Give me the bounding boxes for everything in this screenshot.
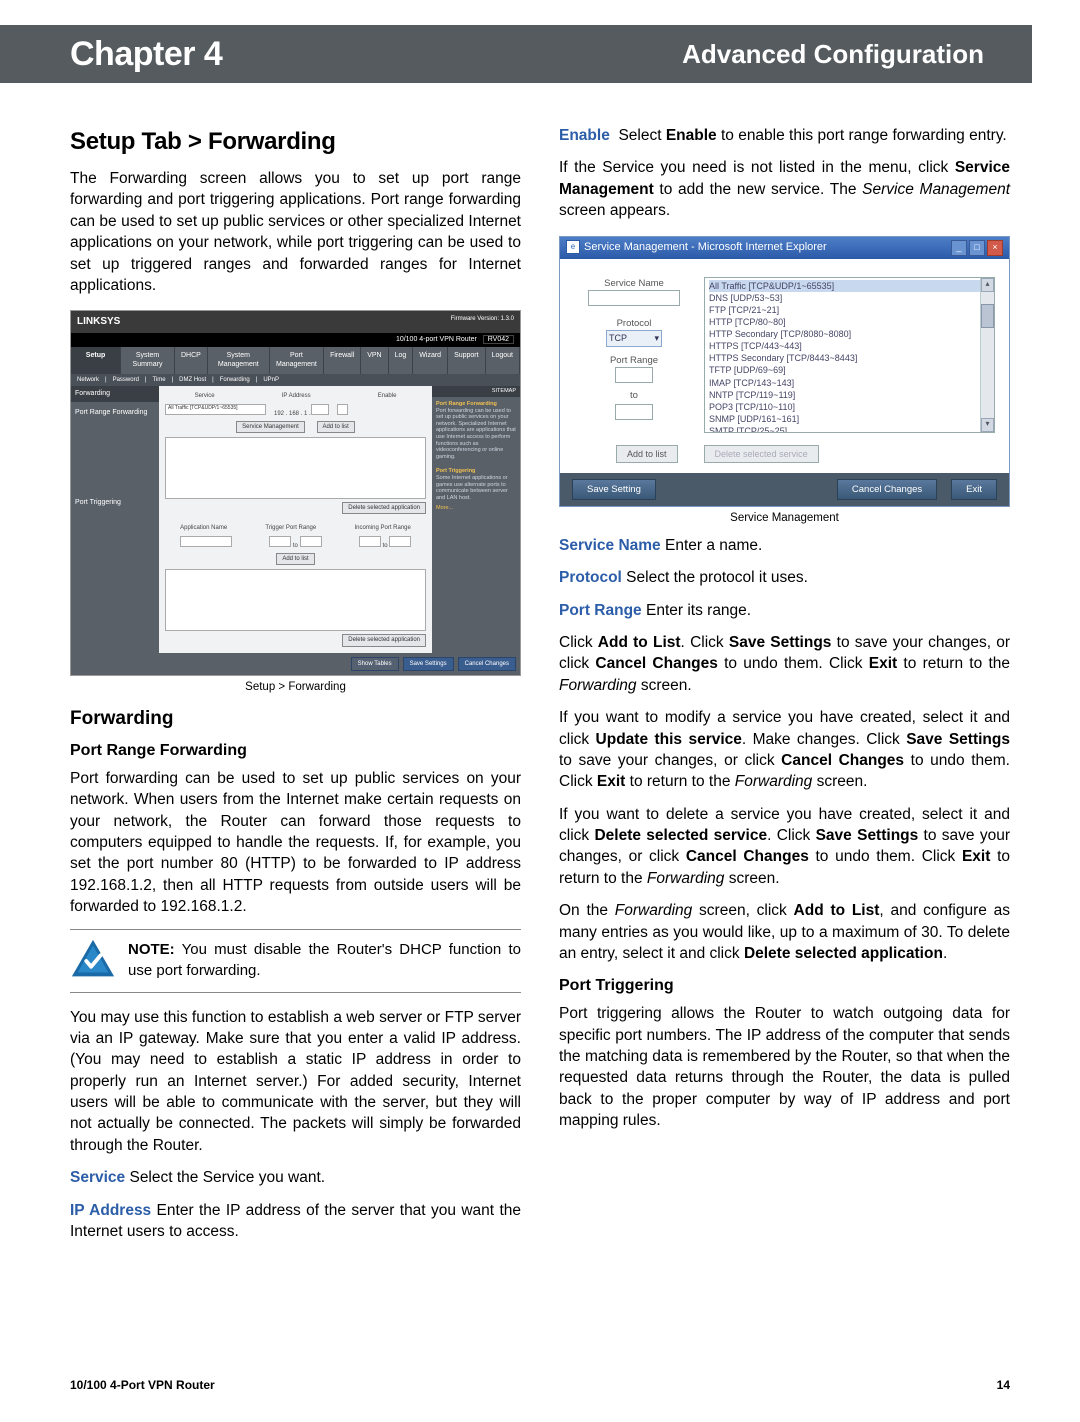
screenshot-setup-forwarding: LINKSYS Firmware Version: 1.3.0 10/100 4… [70,310,521,675]
service-select[interactable]: All Traffic [TCP&UDP/1~65535] [165,404,266,415]
model-label: 10/100 4-port VPN Router [396,336,477,343]
add-trigger-button[interactable]: Add to list [276,553,314,565]
left-column: Setup Tab > Forwarding The Forwarding sc… [70,125,521,1253]
list-item[interactable]: HTTPS [TCP/443~443] [709,340,990,352]
intro-paragraph: The Forwarding screen allows you to set … [70,168,521,296]
service-listbox[interactable]: All Traffic [TCP&UDP/1~65535] DNS [UDP/5… [704,277,995,433]
figure-service-management: eService Management - Microsoft Internet… [559,236,1010,527]
list-item[interactable]: SMTP [TCP/25~25] [709,425,990,432]
cancel-changes-button[interactable]: Cancel Changes [837,479,937,500]
page-footer: 10/100 4-Port VPN Router 14 [70,1378,1010,1392]
scroll-thumb[interactable] [981,304,994,328]
service-name-desc: Service Name Enter a name. [559,535,1010,556]
list-item[interactable]: FTP [TCP/21~21] [709,304,990,316]
note-icon [70,938,116,984]
close-icon[interactable]: × [987,240,1003,256]
minimize-icon[interactable]: _ [951,240,967,256]
list-item[interactable]: NNTP [TCP/119~119] [709,389,990,401]
chevron-down-icon: ▾ [654,332,659,344]
scroll-down-icon[interactable]: ▾ [981,418,994,432]
port-from-input[interactable] [615,367,653,383]
note-label: NOTE: [128,941,175,958]
to-label: to [574,389,694,402]
page-header: Chapter 4 Advanced Configuration [0,25,1032,83]
protocol-label: Protocol [574,317,694,330]
protocol-select[interactable]: TCP▾ [606,330,662,347]
screenshot-service-management: eService Management - Microsoft Internet… [559,236,1010,508]
sub-nav[interactable]: Network|Password|Time|DMZ Host|Forwardin… [71,374,520,386]
port-range-label: Port Range [574,354,694,367]
service-name-label: Service Name [574,277,694,290]
port-range-fwd-heading: Port Range Forwarding [70,740,521,762]
service-name-input[interactable] [588,290,680,306]
list-item[interactable]: DNS [UDP/53~53] [709,292,990,304]
list-item[interactable]: SNMP [UDP/161~161] [709,413,990,425]
scrollbar[interactable]: ▴ ▾ [980,278,994,432]
port-to-input[interactable] [615,404,653,420]
list-item[interactable]: POP3 [TCP/110~110] [709,401,990,413]
figure2-caption: Service Management [559,511,1010,527]
chapter-title: Chapter 4 [70,35,222,74]
modify-paragraph: If you want to modify a service you have… [559,707,1010,793]
dialog-titlebar: eService Management - Microsoft Internet… [560,237,1009,259]
figure-setup-forwarding: LINKSYS Firmware Version: 1.3.0 10/100 4… [70,310,521,695]
maximize-icon[interactable]: □ [969,240,985,256]
enable-checkbox[interactable] [337,404,348,415]
forwarding-heading: Forwarding [70,706,521,732]
list-item[interactable]: All Traffic [TCP&UDP/1~65535] [709,280,990,292]
cancel-changes-button[interactable]: Cancel Changes [458,657,516,671]
footer-product: 10/100 4-Port VPN Router [70,1378,215,1392]
webserver-paragraph: You may use this function to establish a… [70,1007,521,1157]
list-item[interactable]: HTTPS Secondary [TCP/8443~8443] [709,352,990,364]
ip-field-desc: IP Address Enter the IP address of the s… [70,1200,521,1243]
service-mgmt-button[interactable]: Service Management [236,421,305,433]
note-box: NOTE: You must disable the Router's DHCP… [70,929,521,993]
setup-tab-heading: Setup Tab > Forwarding [70,125,521,158]
note-body: You must disable the Router's DHCP funct… [128,941,521,978]
list-item[interactable]: HTTP Secondary [TCP/8080~8080] [709,328,990,340]
delete-app-button-2[interactable]: Delete selected application [342,634,426,646]
add-to-list-button[interactable]: Add to list [317,421,355,433]
right-column: Enable Select Enable to enable this port… [559,125,1010,1253]
addlist-paragraph: Click Add to List. Click Save Settings t… [559,632,1010,696]
show-tables-button[interactable]: Show Tables [351,657,399,671]
protocol-desc: Protocol Select the protocol it uses. [559,567,1010,588]
figure1-caption: Setup > Forwarding [70,680,521,696]
service-mgmt-intro: If the Service you need is not listed in… [559,157,1010,221]
scroll-up-icon[interactable]: ▴ [981,278,994,292]
enable-field-desc: Enable Select Enable to enable this port… [559,125,1010,146]
header-section: Advanced Configuration [682,39,984,70]
delete-paragraph: If you want to delete a service you have… [559,804,1010,890]
brand-logo: LINKSYS [77,315,120,329]
list-item[interactable]: IMAP [TCP/143~143] [709,377,990,389]
service-field-desc: Service Select the Service you want. [70,1167,521,1188]
footer-page-number: 14 [997,1378,1010,1392]
tab-setup[interactable]: Setup [71,347,121,374]
forwarding-listbox[interactable] [165,437,426,499]
exit-button[interactable]: Exit [951,479,997,500]
list-item[interactable]: TFTP [UDP/69~69] [709,364,990,376]
ip-last-octet[interactable] [311,404,329,415]
delete-app-button[interactable]: Delete selected application [342,502,426,514]
add-to-list-button[interactable]: Add to list [616,445,678,463]
port-fwd-paragraph: Port forwarding can be used to set up pu… [70,768,521,918]
save-setting-button[interactable]: Save Setting [572,479,656,500]
port-range-desc: Port Range Enter its range. [559,600,1010,621]
delete-service-button[interactable]: Delete selected service [704,445,819,463]
port-trigger-paragraph: Port triggering allows the Router to wat… [559,1003,1010,1131]
onforwarding-paragraph: On the Forwarding screen, click Add to L… [559,900,1010,964]
save-settings-button[interactable]: Save Settings [403,657,454,671]
main-tabs[interactable]: Setup System Summary DHCP System Managem… [71,347,520,374]
port-triggering-heading: Port Triggering [559,975,1010,997]
list-item[interactable]: HTTP [TCP/80~80] [709,316,990,328]
trigger-listbox[interactable] [165,569,426,631]
